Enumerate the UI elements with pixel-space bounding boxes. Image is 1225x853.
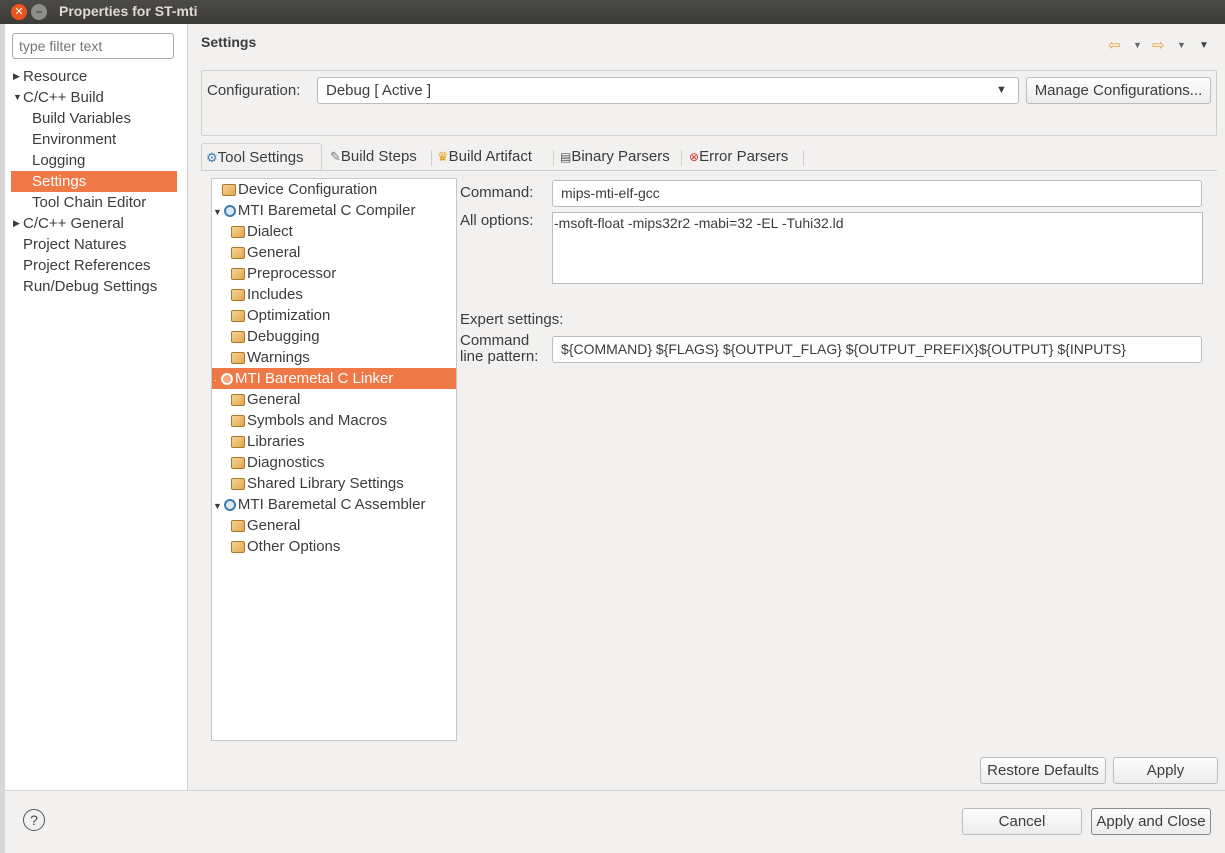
folder-icon	[231, 289, 245, 301]
tree-item-c-linker[interactable]: · MTI Baremetal C Linker	[212, 368, 456, 389]
view-menu-icon[interactable]: ▼	[1199, 40, 1209, 51]
tab-separator	[553, 150, 554, 166]
expanded-triangle-icon[interactable]: ▼	[213, 501, 222, 511]
tab-binary-parsers[interactable]: ▤Binary Parsers	[556, 143, 674, 170]
sidebar-item-settings[interactable]: Settings	[11, 171, 177, 192]
tab-separator	[803, 150, 804, 166]
tree-item-general[interactable]: General	[231, 389, 300, 410]
all-options-textarea[interactable]: -msoft-float -mips32r2 -mabi=32 -EL -Tuh…	[552, 212, 1203, 284]
tree-item-warnings[interactable]: Warnings	[231, 347, 310, 368]
folder-icon	[231, 541, 245, 553]
sidebar-item-environment[interactable]: Environment	[11, 129, 177, 150]
tab-build-artifact[interactable]: ♛Build Artifact	[433, 143, 536, 170]
tree-item-diagnostics[interactable]: Diagnostics	[231, 452, 325, 473]
folder-icon	[222, 184, 236, 196]
sidebar-item-build-variables[interactable]: Build Variables	[11, 108, 177, 129]
restore-defaults-button[interactable]: Restore Defaults	[980, 757, 1106, 784]
sidebar-item-run-debug-settings[interactable]: Run/Debug Settings	[11, 276, 177, 297]
folder-icon	[231, 457, 245, 469]
back-arrow-icon[interactable]: ⇦	[1108, 36, 1121, 54]
configuration-select[interactable]: Debug [ Active ]	[317, 77, 1019, 104]
tree-item-c-assembler[interactable]: ▼ MTI Baremetal C Assembler	[213, 494, 425, 515]
tree-item-libraries[interactable]: Libraries	[231, 431, 305, 452]
help-icon[interactable]: ?	[23, 809, 45, 831]
tree-item-device-configuration[interactable]: Device Configuration	[222, 179, 377, 200]
gear-icon	[223, 205, 236, 217]
tree-item-other-options[interactable]: Other Options	[231, 536, 340, 557]
tree-item-debugging[interactable]: Debugging	[231, 326, 320, 347]
tree-item-general[interactable]: General	[231, 242, 300, 263]
expanded-triangle-icon[interactable]: ▼	[13, 87, 22, 108]
apply-and-close-button[interactable]: Apply and Close	[1091, 808, 1211, 835]
apply-button[interactable]: Apply	[1113, 757, 1218, 784]
build-steps-icon: ✎	[330, 149, 341, 164]
gear-icon	[223, 499, 236, 511]
command-label: Command:	[460, 184, 534, 201]
folder-icon	[231, 268, 245, 280]
divider	[5, 790, 1225, 791]
folder-icon	[231, 352, 245, 364]
tree-item-symbols-and-macros[interactable]: Symbols and Macros	[231, 410, 387, 431]
folder-icon	[231, 310, 245, 322]
folder-icon	[231, 520, 245, 532]
configuration-label: Configuration:	[207, 82, 301, 99]
tool-settings-icon: ⚙	[206, 150, 218, 165]
window-title: Properties for ST-mti	[59, 3, 198, 19]
cancel-button[interactable]: Cancel	[962, 808, 1082, 835]
filter-input[interactable]	[12, 33, 174, 59]
folder-icon	[231, 394, 245, 406]
expanded-triangle-icon[interactable]: ·	[214, 375, 217, 385]
forward-arrow-icon[interactable]: ⇨	[1152, 36, 1165, 54]
folder-icon	[231, 436, 245, 448]
sidebar-item-resource[interactable]: ▶ Resource	[11, 66, 177, 87]
forward-menu-chevron-icon[interactable]: ▼	[1177, 40, 1186, 50]
gear-icon	[221, 373, 233, 385]
back-menu-chevron-icon[interactable]: ▼	[1133, 40, 1142, 50]
tab-error-parsers[interactable]: ⊗Error Parsers	[685, 143, 792, 170]
collapsed-triangle-icon[interactable]: ▶	[13, 66, 20, 87]
tree-item-general[interactable]: General	[231, 515, 300, 536]
window-minimize-button[interactable]: –	[31, 4, 47, 20]
tab-build-steps[interactable]: ✎Build Steps	[326, 143, 421, 170]
tab-separator	[681, 150, 682, 166]
tree-item-includes[interactable]: Includes	[231, 284, 303, 305]
tree-item-preprocessor[interactable]: Preprocessor	[231, 263, 336, 284]
all-options-label: All options:	[460, 212, 534, 229]
tab-tool-settings[interactable]: ⚙Tool Settings	[201, 143, 322, 170]
trophy-icon: ♛	[437, 149, 449, 164]
command-line-pattern-input[interactable]: ${COMMAND} ${FLAGS} ${OUTPUT_FLAG} ${OUT…	[552, 336, 1202, 363]
page-title: Settings	[201, 34, 257, 50]
manage-configurations-button[interactable]: Manage Configurations...	[1026, 77, 1211, 104]
command-line-pattern-label: Command line pattern:	[460, 332, 539, 365]
tab-separator	[431, 150, 432, 166]
sidebar-item-project-natures[interactable]: Project Natures	[11, 234, 177, 255]
sidebar-item-tool-chain-editor[interactable]: Tool Chain Editor	[11, 192, 177, 213]
dropdown-caret-icon[interactable]: ▼	[996, 84, 1007, 96]
sidebar-item-c-cpp-build[interactable]: ▼ C/C++ Build	[11, 87, 177, 108]
command-input[interactable]: mips-mti-elf-gcc	[552, 180, 1202, 207]
sidebar-item-logging[interactable]: Logging	[11, 150, 177, 171]
folder-icon	[231, 226, 245, 238]
sidebar-item-project-references[interactable]: Project References	[11, 255, 177, 276]
tree-item-shared-library-settings[interactable]: Shared Library Settings	[231, 473, 404, 494]
folder-icon	[231, 415, 245, 427]
sidebar-item-c-cpp-general[interactable]: ▶ C/C++ General	[11, 213, 177, 234]
window-close-button[interactable]: ✕	[11, 4, 27, 20]
tree-item-c-compiler[interactable]: ▼ MTI Baremetal C Compiler	[213, 200, 415, 221]
folder-icon	[231, 331, 245, 343]
folder-icon	[231, 478, 245, 490]
folder-icon	[231, 247, 245, 259]
expert-settings-label: Expert settings:	[460, 311, 564, 328]
tree-item-optimization[interactable]: Optimization	[231, 305, 330, 326]
error-icon: ⊗	[689, 150, 700, 164]
tree-item-dialect[interactable]: Dialect	[231, 221, 293, 242]
binary-icon: ▤	[560, 150, 572, 164]
collapsed-triangle-icon[interactable]: ▶	[13, 213, 20, 234]
expanded-triangle-icon[interactable]: ▼	[213, 207, 222, 217]
